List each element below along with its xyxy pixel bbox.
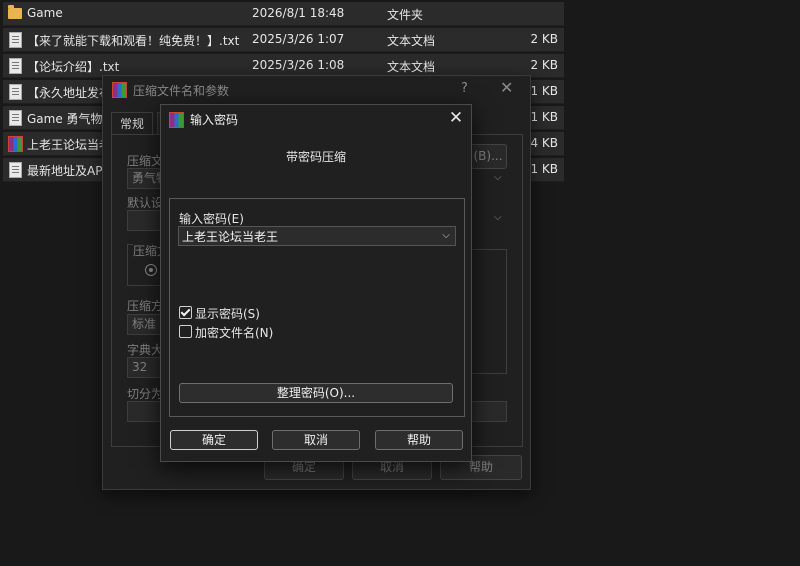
file-size: 2 KB (530, 32, 558, 46)
chevron-down-icon[interactable]: ⌵ (494, 212, 502, 223)
password-dialog: 输入密码 ✕ 带密码压缩 输入密码(E) 上老王论坛当老王 ⌵ 显示密码(S) … (160, 104, 472, 462)
split-label: 切分为 (127, 387, 164, 401)
encrypt-file-names-label: 加密文件名(N) (195, 326, 274, 340)
file-row[interactable]: Game 2026/8/1 18:48 文件夹 (3, 2, 564, 26)
close-icon[interactable]: ✕ (500, 78, 513, 97)
file-type: 文件夹 (387, 8, 424, 22)
close-icon[interactable]: ✕ (444, 107, 468, 131)
ok-button[interactable]: 确定 (170, 430, 258, 450)
format-radio[interactable] (145, 264, 157, 276)
options-group (469, 249, 507, 374)
file-date: 2025/3/26 1:07 (252, 32, 345, 46)
file-name: 【来了就能下载和观看！纯免费！】.txt (27, 34, 240, 48)
file-name: Game (27, 6, 63, 20)
password-combobox[interactable]: 上老王论坛当老王 ⌵ (178, 226, 456, 246)
tab-general[interactable]: 常规 (111, 112, 154, 135)
password-label: 输入密码(E) (179, 212, 244, 226)
cancel-button[interactable]: 取消 (272, 430, 360, 450)
folder-icon (8, 5, 22, 21)
text-file-icon (8, 162, 22, 178)
browse-button[interactable]: (B)... (469, 144, 507, 169)
show-password-label: 显示密码(S) (195, 307, 260, 321)
file-size: 1 KB (530, 162, 558, 176)
default-profile-label: 默认设 (127, 196, 164, 210)
password-dialog-titlebar[interactable]: 输入密码 ✕ (161, 105, 471, 133)
password-input[interactable]: 上老王论坛当老王 (182, 228, 278, 245)
organize-passwords-button[interactable]: 整理密码(O)... (179, 383, 453, 403)
text-file-icon (8, 84, 22, 100)
file-size: 4 KB (530, 136, 558, 150)
file-row[interactable]: 【来了就能下载和观看！纯免费！】.txt 2025/3/26 1:07 文本文档… (3, 28, 564, 52)
winrar-icon (112, 82, 127, 98)
chevron-down-icon[interactable]: ⌵ (439, 229, 453, 243)
help-icon[interactable]: ? (461, 81, 468, 96)
file-date: 2025/3/26 1:08 (252, 58, 345, 72)
archive-name-label: 压缩文 (127, 154, 164, 168)
text-file-icon (8, 58, 22, 74)
method-label: 压缩方 (127, 299, 164, 313)
file-type: 文本文档 (387, 60, 436, 74)
chevron-down-icon[interactable]: ⌵ (494, 172, 502, 183)
file-size: 1 KB (530, 84, 558, 98)
password-dialog-title: 输入密码 (190, 113, 239, 127)
file-name: 【论坛介绍】.txt (27, 60, 120, 74)
checkbox-checked[interactable] (179, 306, 192, 319)
split-unit-field[interactable] (469, 401, 507, 422)
text-file-icon (8, 32, 22, 48)
file-date: 2026/8/1 18:48 (252, 6, 345, 20)
file-type: 文本文档 (387, 34, 436, 48)
winrar-icon (8, 136, 23, 152)
file-icon (8, 110, 22, 126)
winrar-icon (169, 112, 184, 128)
dictionary-label: 字典大 (127, 343, 164, 357)
file-size: 2 KB (530, 58, 558, 72)
checkbox-unchecked[interactable] (179, 325, 192, 338)
password-dialog-heading: 带密码压缩 (285, 150, 346, 164)
archive-dialog-title: 压缩文件名和参数 (133, 84, 230, 98)
help-button[interactable]: 帮助 (375, 430, 463, 450)
